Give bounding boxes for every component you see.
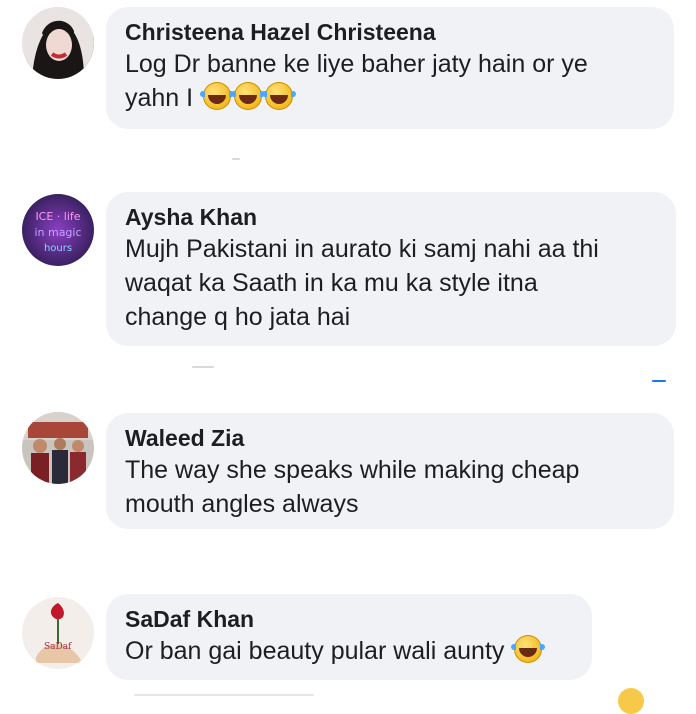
comment-bubble: Aysha Khan Mujh Pakistani in aurato ki s…	[106, 192, 676, 346]
comment: Waleed Zia The way she speaks while maki…	[0, 405, 696, 535]
comment-text: The way she speaks while making cheap mo…	[125, 453, 654, 521]
avatar[interactable]	[22, 7, 94, 79]
comment-author[interactable]: Christeena Hazel Christeena	[125, 17, 654, 47]
svg-text:in magic: in magic	[34, 226, 81, 239]
comment-author[interactable]: Aysha Khan	[125, 202, 656, 232]
comment-text-line: Mujh Pakistani in aurato ki samj nahi aa…	[125, 235, 599, 263]
laughing-tears-emoji-icon	[200, 82, 235, 110]
divider	[192, 366, 214, 368]
comment-bubble: SaDaf Khan Or ban gai beauty pular wali …	[106, 594, 592, 680]
comment-text: Log Dr banne ke liye baher jaty hain or …	[125, 47, 654, 115]
comment-text-line: The way she speaks while making cheap	[125, 456, 580, 484]
reaction-icon[interactable]	[618, 688, 644, 714]
comment-text-line: Or ban gai beauty pular wali aunty	[125, 634, 572, 668]
avatar[interactable]: ICE · life in magic hours	[22, 194, 94, 266]
comment-bubble: Waleed Zia The way she speaks while maki…	[106, 413, 674, 529]
comment-bubble: Christeena Hazel Christeena Log Dr banne…	[106, 7, 674, 129]
comment: SaDaf SaDaf Khan Or ban gai beauty pular…	[0, 590, 696, 699]
divider	[232, 158, 240, 160]
avatar[interactable]: SaDaf	[22, 597, 94, 669]
comment-text: Mujh Pakistani in aurato ki samj nahi aa…	[125, 232, 656, 334]
comment-author[interactable]: SaDaf Khan	[125, 604, 572, 634]
comment-text-line: Log Dr banne ke liye baher jaty hain or …	[125, 50, 588, 78]
comment: ICE · life in magic hours Aysha Khan Muj…	[0, 187, 696, 357]
comment-author[interactable]: Waleed Zia	[125, 423, 654, 453]
comment: Christeena Hazel Christeena Log Dr banne…	[0, 0, 696, 140]
comment-text: Or ban gai beauty pular wali aunty	[125, 634, 572, 668]
comment-text-line: waqat ka Saath in ka mu ka style itna	[125, 269, 538, 297]
svg-text:hours: hours	[44, 243, 72, 254]
comment-text-line-part: yahn I	[125, 84, 194, 112]
svg-text:ICE · life: ICE · life	[35, 210, 80, 223]
comment-text-line: mouth angles always	[125, 490, 359, 518]
comment-text-line-part: Or ban gai beauty pular wali aunty	[125, 637, 505, 665]
laughing-tears-emoji-icon	[262, 82, 297, 110]
comment-text-line: yahn I	[125, 81, 654, 115]
avatar[interactable]	[22, 412, 94, 484]
laughing-tears-emoji-icon	[511, 635, 546, 663]
comment-text-line: change q ho jata hai	[125, 303, 351, 331]
laughing-tears-emoji-icon	[231, 82, 266, 110]
divider	[134, 694, 314, 696]
svg-text:SaDaf: SaDaf	[44, 642, 72, 652]
divider	[652, 380, 666, 382]
